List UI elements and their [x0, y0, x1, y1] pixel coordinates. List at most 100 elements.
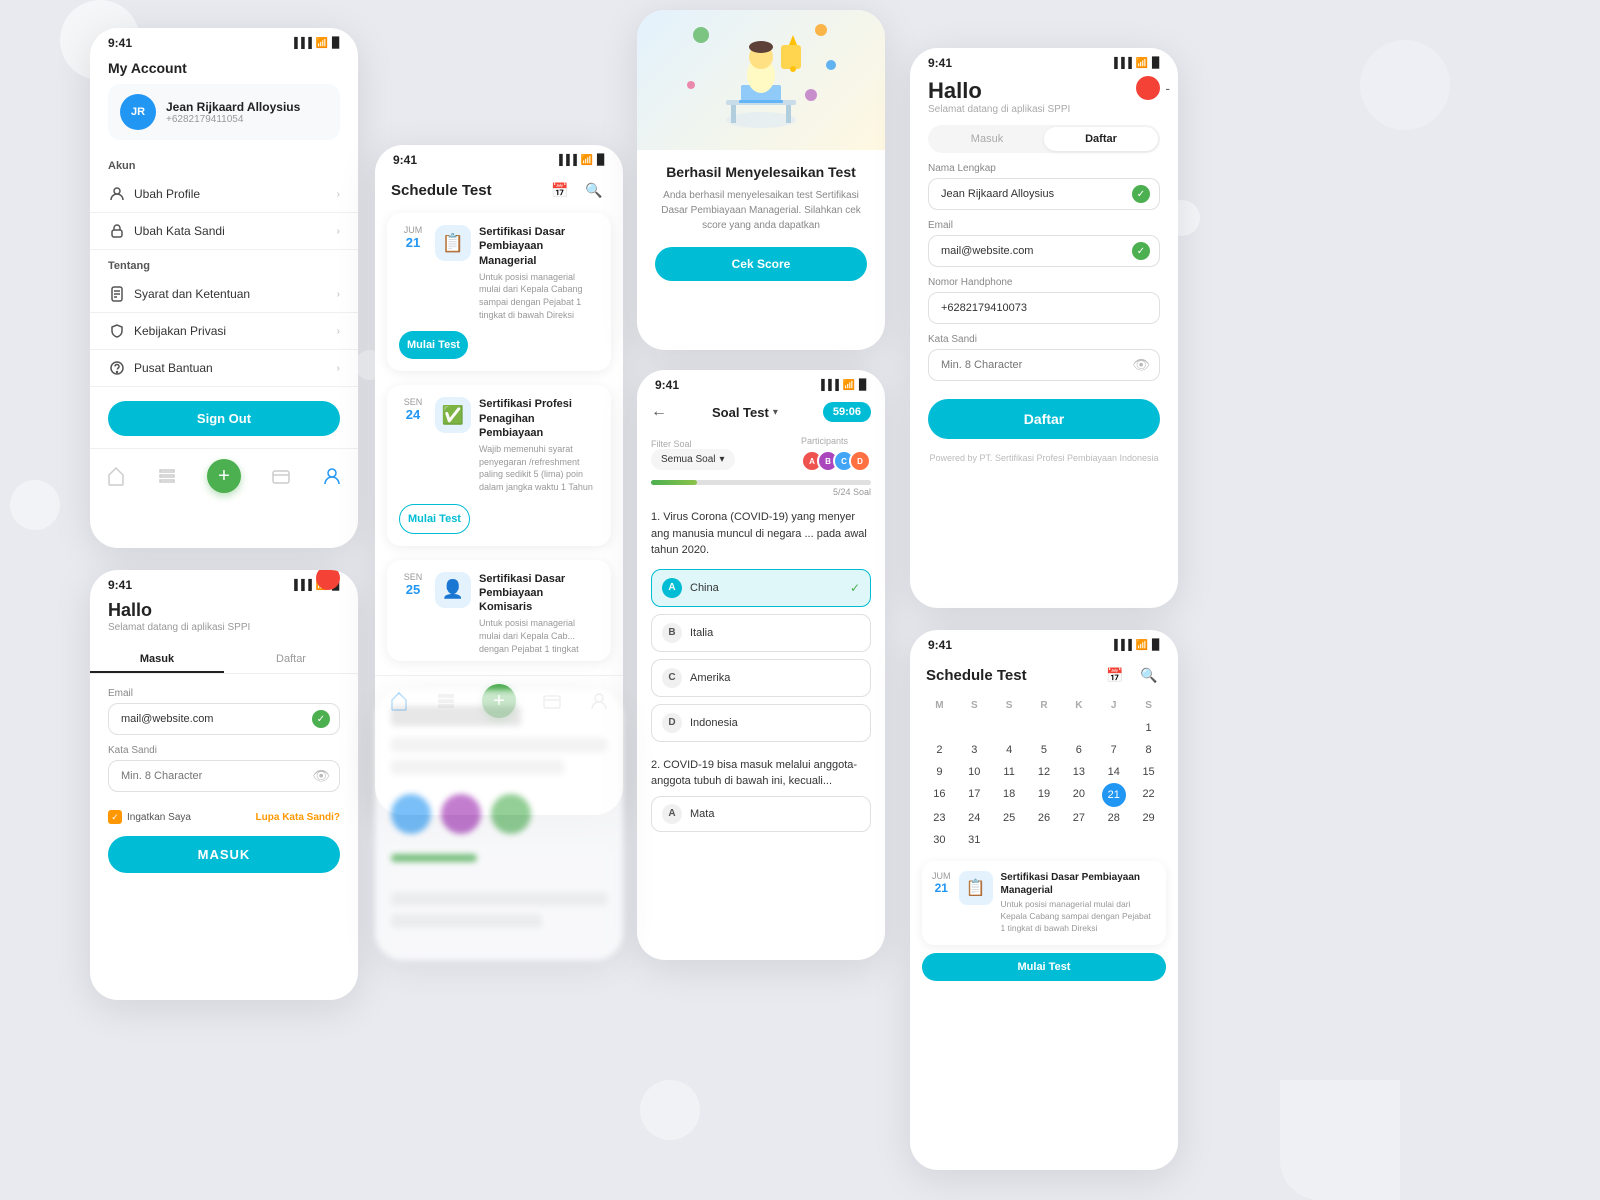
- mulai-test-btn-1[interactable]: Mulai Test: [399, 331, 468, 359]
- signal-icon: ▐▐▐: [291, 38, 312, 49]
- option-a[interactable]: A China ✓: [651, 569, 871, 607]
- decor-circle-4: [640, 1080, 700, 1140]
- cal-date-30[interactable]: 30: [922, 829, 957, 851]
- menu-item-bantuan[interactable]: Pusat Bantuan ›: [90, 350, 358, 387]
- search-icon-btn[interactable]: 🔍: [581, 177, 607, 203]
- cal-date-23[interactable]: 23: [922, 807, 957, 829]
- cal-date-2[interactable]: 2: [922, 739, 957, 761]
- cal-date-4[interactable]: 4: [992, 739, 1027, 761]
- reg-email-input[interactable]: [928, 235, 1160, 267]
- cal-date-19[interactable]: 19: [1027, 783, 1062, 807]
- date-abbr-3: SEN: [404, 572, 423, 582]
- reg-email-label: Email: [928, 220, 1160, 231]
- cal-date-9[interactable]: 9: [922, 761, 957, 783]
- forgot-link[interactable]: Lupa Kata Sandi?: [256, 812, 340, 823]
- cal-date-31[interactable]: 31: [957, 829, 992, 851]
- cal-date-6[interactable]: 6: [1061, 739, 1096, 761]
- reg-tab-masuk[interactable]: Masuk: [930, 127, 1044, 151]
- option-text-c: Amerika: [690, 672, 730, 684]
- reg-header-section: Hallo Selamat datang di aplikasi SPPI -: [910, 74, 1178, 121]
- cal-date-18[interactable]: 18: [992, 783, 1027, 807]
- masuk-button[interactable]: MASUK: [108, 836, 340, 873]
- email-input-small[interactable]: [108, 703, 340, 735]
- option-c[interactable]: C Amerika: [651, 659, 871, 697]
- option-2a[interactable]: A Mata: [651, 796, 871, 832]
- nav-list-icon[interactable]: [155, 464, 179, 488]
- menu-item-profile[interactable]: Ubah Profile ›: [90, 176, 358, 213]
- mulai-test-btn-2[interactable]: Mulai Test: [399, 504, 470, 534]
- back-button-soal[interactable]: ←: [651, 403, 667, 421]
- nav-person-icon[interactable]: [320, 464, 344, 488]
- menu-item-password[interactable]: Ubah Kata Sandi ›: [90, 213, 358, 250]
- option-d[interactable]: D Indonesia: [651, 704, 871, 742]
- cal-date-22[interactable]: 22: [1131, 783, 1166, 807]
- cal-mulai-test-btn[interactable]: Mulai Test: [922, 953, 1166, 981]
- cal-date-26[interactable]: 26: [1027, 807, 1062, 829]
- cek-score-button[interactable]: Cek Score: [655, 247, 867, 281]
- cal-date-1[interactable]: 1: [1131, 717, 1166, 739]
- cal-date-25[interactable]: 25: [992, 807, 1027, 829]
- tab-masuk-small[interactable]: Masuk: [90, 647, 224, 673]
- cal-icon-btn[interactable]: 📅: [1102, 662, 1128, 688]
- nav-home-icon[interactable]: [104, 464, 128, 488]
- fab-add-button[interactable]: +: [207, 459, 241, 493]
- cal-date-29[interactable]: 29: [1131, 807, 1166, 829]
- reg-eye-icon[interactable]: 👁: [1132, 357, 1150, 374]
- cal-date-13[interactable]: 13: [1061, 761, 1096, 783]
- cal-date-12[interactable]: 12: [1027, 761, 1062, 783]
- cal-date-3[interactable]: 3: [957, 739, 992, 761]
- signal-icon-sch: ▐▐▐: [556, 155, 577, 166]
- search-icon-cal[interactable]: 🔍: [1136, 662, 1162, 688]
- email-check-icon-small: ✓: [312, 710, 330, 728]
- cal-date-7[interactable]: 7: [1096, 739, 1131, 761]
- cal-date-27[interactable]: 27: [1061, 807, 1096, 829]
- email-label-small: Email: [108, 688, 340, 699]
- option-letter-2a: A: [662, 804, 682, 824]
- account-title: My Account: [108, 58, 340, 84]
- password-input-small[interactable]: [108, 760, 340, 792]
- cal-date-24[interactable]: 24: [957, 807, 992, 829]
- menu-item-privasi[interactable]: Kebijakan Privasi ›: [90, 313, 358, 350]
- login-small-card: 9:41 ▐▐▐ 📶 ▉ Hallo Selamat datang di apl…: [90, 570, 358, 1000]
- progress-label: 5/24 Soal: [651, 487, 871, 497]
- login-form-small: Email ✓ Kata Sandi 👁: [90, 680, 358, 810]
- cal-date-15[interactable]: 15: [1131, 761, 1166, 783]
- cal-date-28[interactable]: 28: [1096, 807, 1131, 829]
- cal-date-20[interactable]: 20: [1061, 783, 1096, 807]
- participants-label: Participants: [801, 436, 871, 446]
- cal-date-17[interactable]: 17: [957, 783, 992, 807]
- cal-date-5[interactable]: 5: [1027, 739, 1062, 761]
- schedule-title: Schedule Test: [391, 182, 492, 199]
- calendar-grid: M S S R K J S 1 2 3 4 5 6 7 8 9: [910, 698, 1178, 851]
- test-desc-2: Wajib memenuhi syarat penyegaran /refres…: [479, 443, 599, 493]
- menu-item-syarat[interactable]: Syarat dan Ketentuan ›: [90, 276, 358, 313]
- time-login-small: 9:41: [108, 578, 132, 592]
- date-num-2: 24: [406, 407, 420, 422]
- calendar-icon-btn[interactable]: 📅: [547, 177, 573, 203]
- signout-button[interactable]: Sign Out: [108, 401, 340, 436]
- status-icons-schedule: ▐▐▐ 📶 ▉: [556, 155, 605, 166]
- login-header-small: Hallo Selamat datang di aplikasi SPPI: [90, 596, 358, 641]
- cal-date-16[interactable]: 16: [922, 783, 957, 807]
- date-abbr-1: JUM: [404, 225, 423, 235]
- cal-date-8[interactable]: 8: [1131, 739, 1166, 761]
- reg-password-input[interactable]: [928, 349, 1160, 381]
- option-b[interactable]: B Italia: [651, 614, 871, 652]
- reg-phone-input[interactable]: [928, 292, 1160, 324]
- cal-date-14[interactable]: 14: [1096, 761, 1131, 783]
- cal-date-21-today[interactable]: 21: [1102, 783, 1126, 807]
- tentang-label: Tentang: [90, 250, 358, 276]
- nav-card-icon[interactable]: [269, 464, 293, 488]
- eye-icon-small[interactable]: 👁: [312, 768, 330, 785]
- reg-nama-input[interactable]: [928, 178, 1160, 210]
- tab-daftar-small[interactable]: Daftar: [224, 647, 358, 673]
- reg-tab-daftar[interactable]: Daftar: [1044, 127, 1158, 151]
- status-icons-register: ▐▐▐ 📶 ▉: [1111, 58, 1160, 69]
- cal-date-10[interactable]: 10: [957, 761, 992, 783]
- soal-dropdown-arrow[interactable]: ▾: [773, 407, 778, 418]
- cal-date-11[interactable]: 11: [992, 761, 1027, 783]
- filter-select[interactable]: Semua Soal ▾: [651, 449, 735, 470]
- daftar-button[interactable]: Daftar: [928, 399, 1160, 439]
- remember-checkbox[interactable]: ✓: [108, 810, 122, 824]
- completed-illustration: [637, 10, 885, 150]
